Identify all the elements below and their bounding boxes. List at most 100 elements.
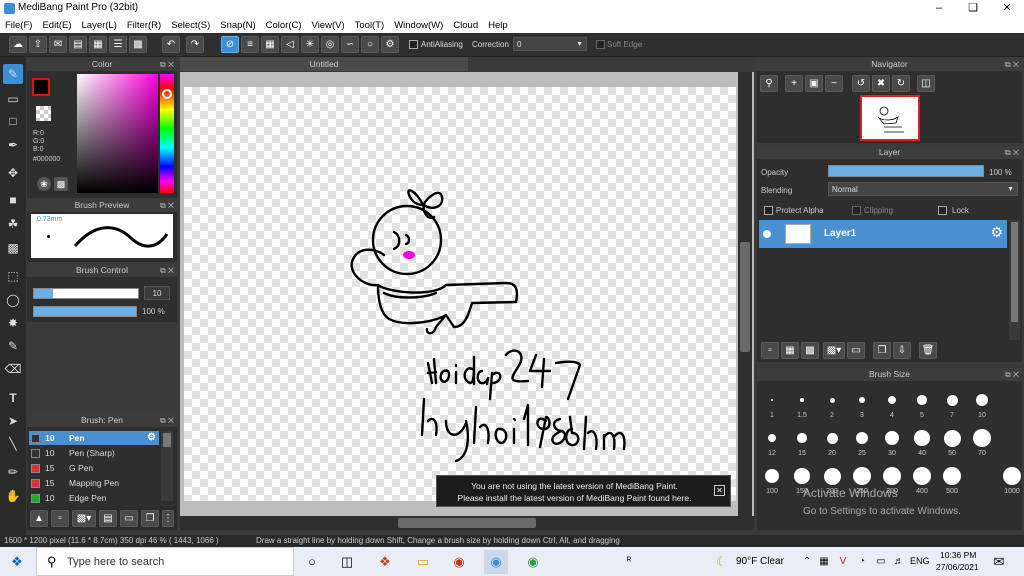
panel-controls-icon[interactable]: ⧉ ✕ [160, 264, 174, 277]
fill-rect-tool-icon[interactable]: ■ [3, 190, 23, 210]
brush-size-option[interactable]: 30 [877, 422, 907, 460]
document-icon[interactable]: ▦ [89, 36, 107, 53]
clock-time[interactable]: 10:36 PM [940, 550, 976, 560]
brush-size-option[interactable]: 1 [757, 384, 787, 422]
divide-tool-icon[interactable]: ╲ [3, 434, 23, 454]
brush-list-item[interactable]: 10 Pen ⚙ [29, 431, 159, 445]
undo-icon[interactable]: ↶ [162, 36, 180, 53]
upload-icon[interactable]: ⇧ [29, 36, 47, 53]
zoom-out-icon[interactable]: − [825, 75, 843, 92]
rotate-left-icon[interactable]: ↺ [852, 75, 870, 92]
brush-list-scrollbar[interactable] [161, 431, 173, 501]
brush-size-option[interactable]: 1000 [997, 460, 1024, 498]
flip-icon[interactable]: ◫ [917, 75, 935, 92]
menu-view[interactable]: View(V) [307, 20, 350, 31]
close-icon[interactable]: ✕ [714, 485, 725, 496]
brush-add-menu-icon[interactable]: ▩▾ [72, 510, 96, 527]
brush-folder-icon[interactable]: ▭ [120, 510, 138, 527]
cloud-icon[interactable]: ☁ [9, 36, 27, 53]
grid-snap-icon[interactable]: ▦ [261, 36, 279, 53]
brush-size-slider[interactable] [33, 288, 139, 299]
duplicate-layer-icon[interactable]: ❐ [873, 342, 891, 359]
brush-size-option[interactable]: 70 [967, 422, 997, 460]
brush-more-icon[interactable]: ⋮ [162, 510, 174, 527]
update-notice[interactable]: You are not using the latest version of … [436, 475, 731, 507]
panel-controls-icon[interactable]: ⧉ ✕ [160, 58, 174, 71]
fit-screen-icon[interactable]: ▣ [805, 75, 823, 92]
wifi-icon[interactable]: ◔ [853, 553, 871, 571]
pen-tool-icon[interactable]: ✒ [3, 135, 23, 155]
menu-layer[interactable]: Layer(L) [77, 20, 122, 31]
layer-list-scrollbar[interactable] [1009, 220, 1020, 340]
tray-icon-2[interactable]: V [834, 553, 852, 571]
zoom-fit-icon[interactable]: ⚲ [760, 75, 778, 92]
brush-list-item[interactable]: 10 Edge Pen [29, 491, 159, 505]
new-halftone-layer-icon[interactable]: ▦ [781, 342, 799, 359]
maximize-button[interactable]: ❏ [956, 0, 990, 17]
settings-icon[interactable]: ⚙ [381, 36, 399, 53]
rectangle-tool-icon[interactable]: □ [3, 111, 23, 131]
operation-tool-icon[interactable]: ➤ [3, 411, 23, 431]
notification-icon[interactable]: ✉ [990, 553, 1008, 571]
panel-controls-icon[interactable]: ⧉ ✕ [160, 414, 174, 427]
gear-icon[interactable]: ⚙ [990, 224, 1003, 241]
canvas-horizontal-scrollbar[interactable] [180, 516, 754, 530]
soft-edge-checkbox[interactable] [596, 40, 605, 49]
panel-controls-icon[interactable]: ⧉ ✕ [160, 199, 174, 212]
eraser-tool-icon[interactable]: ▭ [3, 89, 23, 109]
menu-cloud[interactable]: Cloud [448, 20, 483, 31]
cortana-icon[interactable]: ○ [303, 553, 321, 571]
task-view-icon[interactable]: ◫ [338, 553, 356, 571]
merge-layer-icon[interactable]: ⇩ [893, 342, 911, 359]
brush-size-option[interactable]: 15 [787, 422, 817, 460]
menu-tool[interactable]: Tool(T) [350, 20, 390, 31]
hand-tool-icon[interactable]: ✋ [3, 486, 23, 506]
concentric-snap-icon[interactable]: ◎ [321, 36, 339, 53]
message-icon[interactable]: ▤ [69, 36, 87, 53]
brush-list-item[interactable]: 10 Pen (Sharp) [29, 446, 159, 460]
redo-icon[interactable]: ↷ [186, 36, 204, 53]
chevron-up-icon[interactable]: ⌃ [798, 553, 816, 571]
brush-size-option[interactable]: 4 [877, 384, 907, 422]
color-palette-icon[interactable]: ▩ [54, 177, 68, 191]
menu-snap[interactable]: Snap(N) [215, 20, 260, 31]
radial-snap-icon[interactable]: ✳ [301, 36, 319, 53]
brush-size-option[interactable]: 400 [907, 460, 937, 498]
menu-select[interactable]: Select(S) [166, 20, 215, 31]
clipping-checkbox[interactable] [852, 206, 861, 215]
brush-size-option[interactable]: 40 [907, 422, 937, 460]
snap-off-icon[interactable]: ⊘ [221, 36, 239, 53]
menu-file[interactable]: File(F) [0, 20, 37, 31]
delete-layer-icon[interactable]: 🗑 [919, 342, 937, 359]
medibang-taskbar-icon[interactable]: ◉ [484, 550, 508, 574]
zoom-in-icon[interactable]: + [785, 75, 803, 92]
parallel-snap-icon[interactable]: ≡ [241, 36, 259, 53]
pen-input-icon[interactable]: ᴿ [620, 553, 638, 571]
file-explorer-icon[interactable]: ▭ [414, 553, 432, 571]
brush-size-option[interactable]: 2 [817, 384, 847, 422]
new-layer-icon[interactable]: ▫ [761, 342, 779, 359]
weather-text[interactable]: 90°F Clear [736, 556, 784, 567]
canvas-vertical-scrollbar[interactable] [738, 72, 752, 516]
layer-blending-select[interactable]: Normal ▼ [828, 182, 1018, 196]
close-button[interactable]: ✕ [990, 0, 1024, 17]
brush-size-option[interactable]: 20 [817, 422, 847, 460]
brush-list-item[interactable]: 15 Mapping Pen [29, 476, 159, 490]
drawing-canvas[interactable] [184, 87, 736, 501]
panel-controls-icon[interactable]: ⧉ ✕ [1005, 368, 1019, 381]
brush-list-item[interactable]: 15 G Pen [29, 461, 159, 475]
brush-new-icon[interactable]: ▫ [51, 510, 69, 527]
weather-icon[interactable]: ☾ [713, 553, 731, 571]
volume-icon[interactable]: ♬ [890, 553, 908, 571]
curve-snap-icon[interactable]: ∽ [341, 36, 359, 53]
brush-size-option[interactable]: 50 [937, 422, 967, 460]
brush-size-option[interactable]: 500 [937, 460, 967, 498]
taskbar-search-box[interactable]: ⚲ Type here to search [36, 547, 294, 576]
brush-size-option[interactable]: 25 [847, 422, 877, 460]
list-icon[interactable]: ☰ [109, 36, 127, 53]
text-tool-icon[interactable]: T [3, 388, 23, 408]
lock-checkbox[interactable] [938, 206, 947, 215]
new-8bit-layer-icon[interactable]: ▩ [801, 342, 819, 359]
brush-opacity-slider[interactable] [33, 306, 137, 317]
brush-size-option[interactable]: 7 [937, 384, 967, 422]
